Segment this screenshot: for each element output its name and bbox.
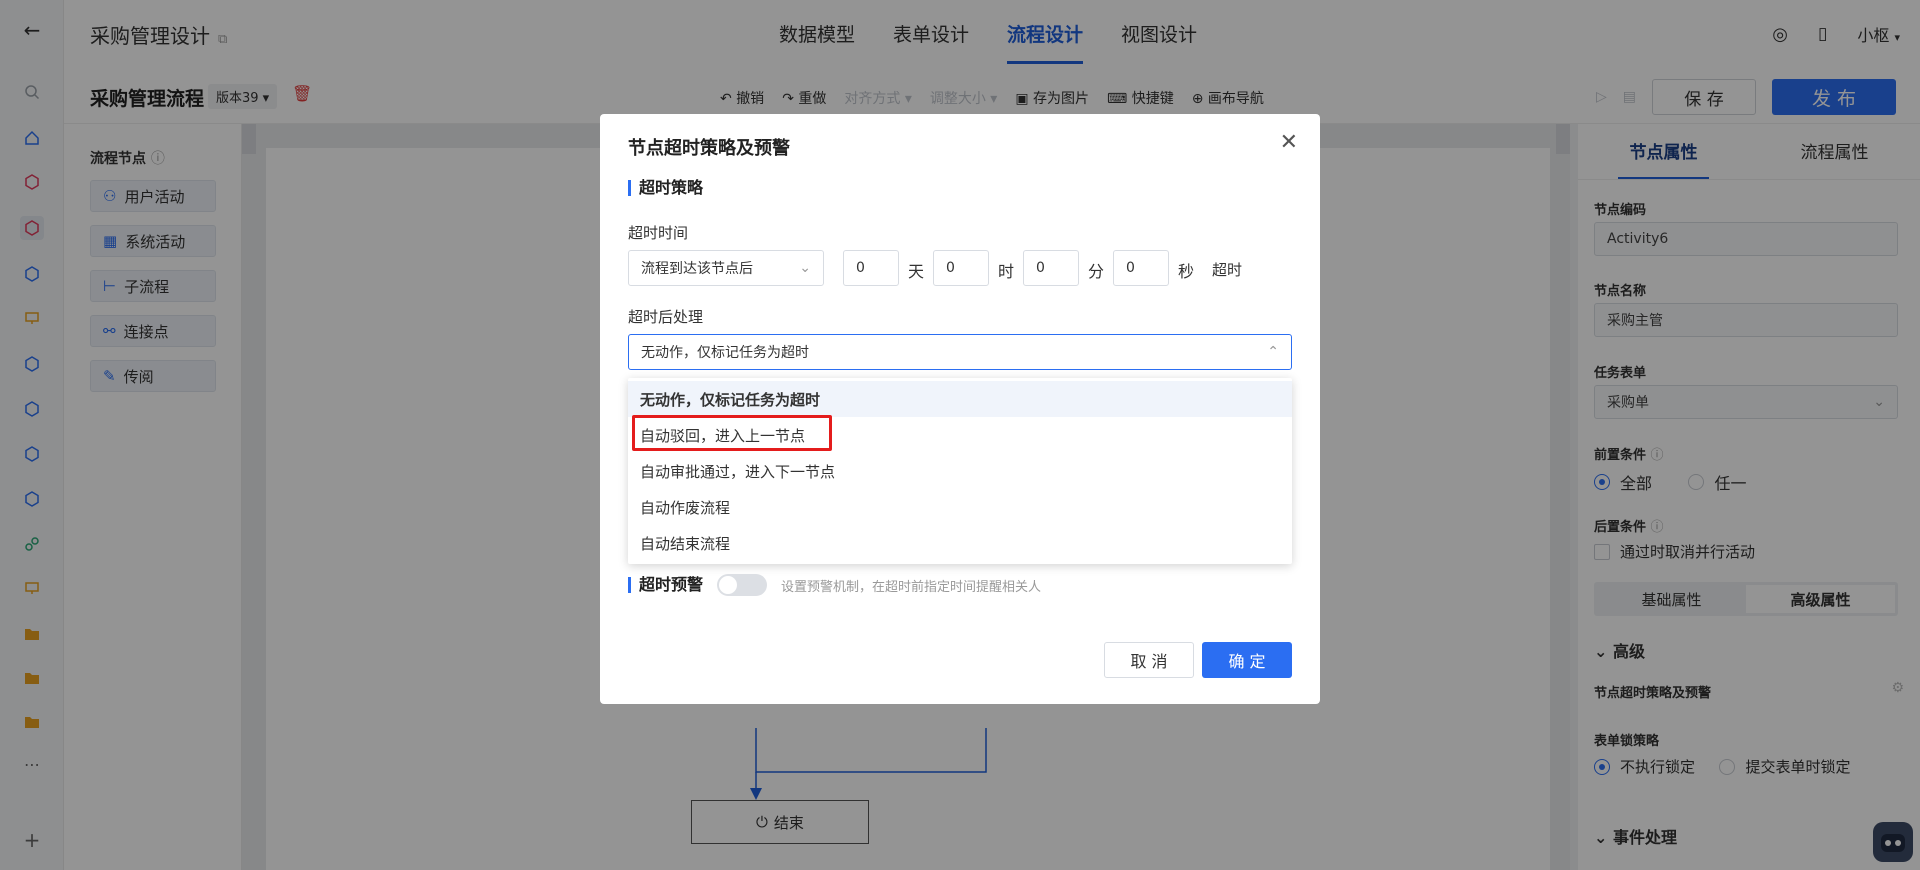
- minutes-input[interactable]: 0: [1023, 250, 1079, 286]
- section-strategy: 超时策略: [628, 180, 703, 196]
- option-auto-end[interactable]: 自动结束流程: [628, 525, 1292, 561]
- after-timeout-label: 超时后处理: [628, 308, 704, 326]
- second-unit: 秒: [1178, 262, 1195, 281]
- timeout-dialog: 节点超时策略及预警 ✕ 超时策略 超时时间 流程到达该节点后 ⌄ 0 天 0 时 …: [600, 114, 1320, 704]
- option-auto-approve[interactable]: 自动审批通过，进入下一节点: [628, 453, 1292, 489]
- timeout-time-label: 超时时间: [628, 224, 689, 242]
- days-input[interactable]: 0: [843, 250, 899, 286]
- highlight-box: [632, 415, 832, 451]
- warning-toggle[interactable]: [717, 574, 768, 596]
- after-timeout-dropdown: 无动作，仅标记任务为超时 自动驳回，进入上一节点 自动审批通过，进入下一节点 自…: [628, 378, 1292, 564]
- close-icon[interactable]: ✕: [1280, 130, 1298, 155]
- option-mark-timeout[interactable]: 无动作，仅标记任务为超时: [628, 381, 1292, 417]
- after-timeout-select[interactable]: 无动作，仅标记任务为超时 ⌃: [628, 334, 1292, 370]
- timeout-suffix: 超时: [1212, 261, 1243, 279]
- section-warning: 超时预警: [628, 577, 703, 593]
- cancel-button[interactable]: 取 消: [1104, 642, 1194, 678]
- option-auto-void[interactable]: 自动作废流程: [628, 489, 1292, 525]
- chevron-down-icon: ⌄: [799, 260, 811, 276]
- hours-input[interactable]: 0: [933, 250, 989, 286]
- chevron-up-icon: ⌃: [1267, 344, 1279, 360]
- hour-unit: 时: [998, 262, 1015, 281]
- timeout-start-select[interactable]: 流程到达该节点后 ⌄: [628, 250, 824, 286]
- day-unit: 天: [908, 262, 925, 281]
- minute-unit: 分: [1088, 262, 1105, 281]
- warning-hint: 设置预警机制，在超时前指定时间提醒相关人: [781, 579, 1042, 595]
- seconds-input[interactable]: 0: [1113, 250, 1169, 286]
- warning-row: 超时预警 设置预警机制，在超时前指定时间提醒相关人: [628, 574, 1041, 596]
- ok-button[interactable]: 确 定: [1202, 642, 1292, 678]
- dialog-title: 节点超时策略及预警: [628, 138, 790, 159]
